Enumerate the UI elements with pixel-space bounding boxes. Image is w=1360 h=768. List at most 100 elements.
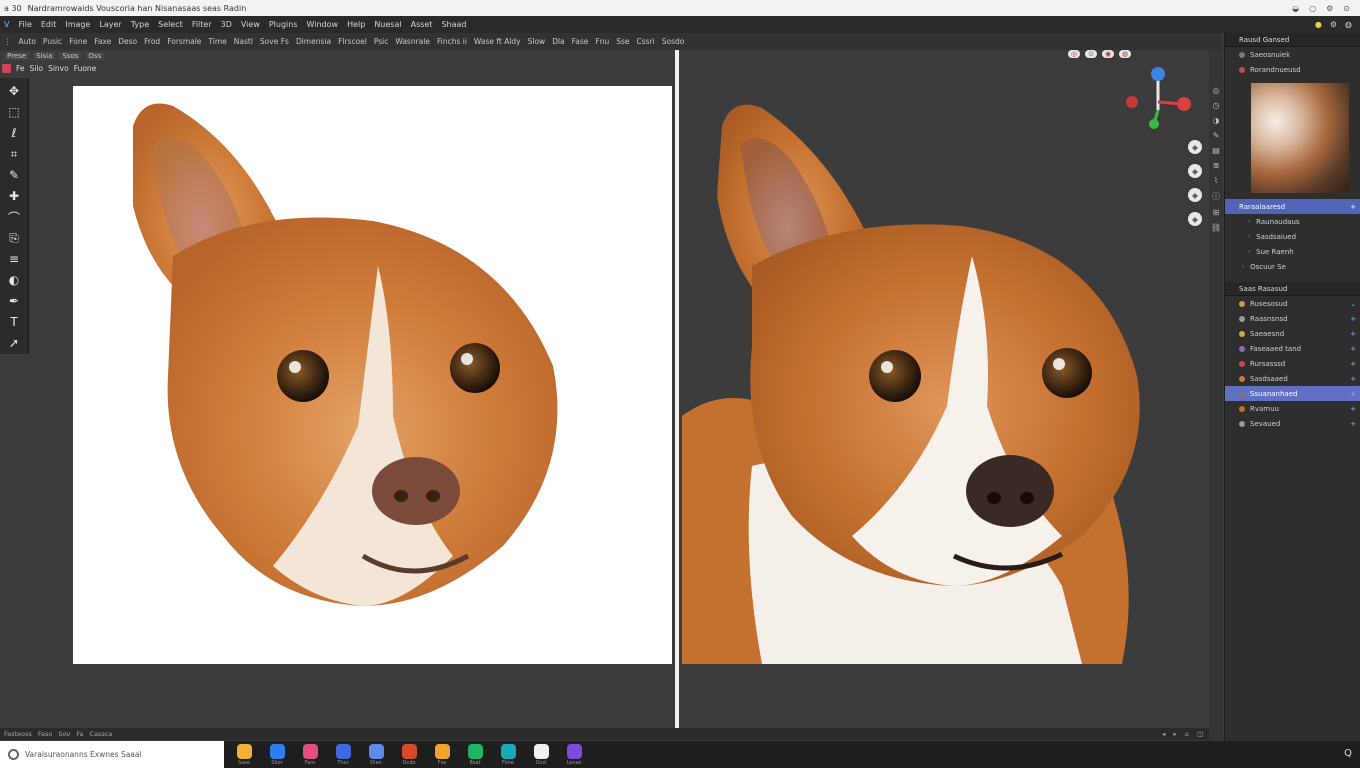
app-messenger-icon[interactable]: Thor [331, 744, 355, 766]
option-item[interactable]: Flrscoel [338, 37, 367, 46]
app-spotify-icon[interactable]: Rsat [463, 744, 487, 766]
eyedropper-tool-icon[interactable]: ✎ [4, 166, 24, 184]
app-edge-icon[interactable]: Shor [265, 744, 289, 766]
navigation-gizmo[interactable] [1124, 64, 1196, 132]
gradient-tool-icon[interactable]: ◐ [4, 271, 24, 289]
taskbar-search[interactable]: Varaisuraonanns Exwnes Saaal [0, 741, 224, 768]
pen-tool-icon[interactable]: ✒ [4, 292, 24, 310]
menu-item[interactable]: Plugins [269, 20, 298, 29]
settings-button[interactable]: ⚙ [1326, 4, 1333, 13]
option-item[interactable]: Wase ft Aldy [474, 37, 521, 46]
prop-expand-icon[interactable]: + [1350, 360, 1356, 368]
prop-expand-icon[interactable]: + [1350, 330, 1356, 338]
menu-item[interactable]: Window [307, 20, 339, 29]
status-control[interactable]: ⌂ [1185, 730, 1189, 738]
strip-layers-icon[interactable]: ◎ [1213, 86, 1220, 95]
healing-tool-icon[interactable]: ✚ [4, 187, 24, 205]
settings-icon[interactable]: ⚙ [1330, 20, 1337, 29]
app-visual-icon[interactable]: Lenas [562, 744, 586, 766]
strip-adjust-icon[interactable]: ◑ [1213, 116, 1220, 125]
prop-row[interactable]: Sevaued + [1225, 416, 1360, 431]
prop-expand-icon[interactable]: + [1350, 345, 1356, 353]
menu-item[interactable]: Shaad [441, 20, 466, 29]
lasso-tool-icon[interactable]: ℓ [4, 124, 24, 142]
status-control[interactable]: ▸ [1173, 730, 1176, 738]
menu-item[interactable]: Layer [99, 20, 121, 29]
menu-item[interactable]: Edit [41, 20, 57, 29]
option-item[interactable]: Fnu [595, 37, 609, 46]
layers-section-header[interactable]: Raraalaaresd + [1225, 199, 1360, 214]
menu-item[interactable]: Filter [192, 20, 212, 29]
option-item[interactable]: Time [208, 37, 226, 46]
option-item[interactable]: Nastl [234, 37, 253, 46]
viewport-side-button[interactable]: ◈ [1188, 140, 1202, 154]
option-item[interactable]: Dimensia [296, 37, 331, 46]
status-control[interactable]: ◂ [1162, 730, 1165, 738]
option-item[interactable]: Fone [69, 37, 87, 46]
app-logo-icon[interactable]: Ⅴ [4, 20, 9, 29]
document-tab[interactable]: Ssos [59, 52, 82, 60]
split-divider[interactable] [675, 50, 679, 728]
prop-row[interactable]: Ssuananhaed + [1225, 386, 1360, 401]
text-tool-icon[interactable]: T [4, 313, 24, 331]
status-control[interactable]: ◫ [1197, 730, 1203, 738]
layer-row[interactable]: ◦ Oscuur Se [1225, 259, 1360, 274]
app-teams-icon[interactable]: Flme [496, 744, 520, 766]
option-item[interactable]: Forsmale [167, 37, 201, 46]
layers-expand-icon[interactable]: + [1350, 203, 1356, 211]
menu-item[interactable]: Help [347, 20, 365, 29]
view-mode-button[interactable]: ⊙ [1085, 50, 1097, 58]
view-mode-button[interactable]: ◉ [1101, 50, 1115, 58]
app-files-icon[interactable]: Fse [430, 744, 454, 766]
strip-link-icon[interactable]: ⛓ [1211, 223, 1221, 232]
app-clock-icon[interactable]: Ocsl [529, 744, 553, 766]
view-mode-button[interactable]: ◎ [1068, 50, 1081, 58]
menu-item[interactable]: Select [158, 20, 183, 29]
viewport-side-button[interactable]: ◈ [1188, 212, 1202, 226]
canvas-edited[interactable] [682, 86, 1142, 664]
option-item[interactable]: Deso [118, 37, 137, 46]
strip-channels-icon[interactable]: ≣ [1213, 161, 1220, 170]
eraser-tool-icon[interactable]: ≡ [4, 250, 24, 268]
option-item[interactable]: Cssri [637, 37, 655, 46]
prop-expand-icon[interactable]: + [1350, 375, 1356, 383]
option-item[interactable]: Fase [572, 37, 589, 46]
navigator-preview[interactable] [1251, 83, 1349, 193]
option-item[interactable]: Sse [616, 37, 629, 46]
prop-row[interactable]: Rursasssd + [1225, 356, 1360, 371]
prop-row[interactable]: Raasnsnsd + [1225, 311, 1360, 326]
canvas-original[interactable] [73, 86, 672, 664]
prop-row[interactable]: Saeaesnd + [1225, 326, 1360, 341]
menu-item[interactable]: View [241, 20, 260, 29]
document-tab[interactable]: Prese [4, 52, 30, 60]
prop-row[interactable]: Sasdsaaed + [1225, 371, 1360, 386]
prop-expand-icon[interactable]: + [1350, 405, 1356, 413]
option-item[interactable]: Wasnrale [395, 37, 430, 46]
layer-row[interactable]: ◦ Sasdsaiued [1225, 229, 1360, 244]
viewport-side-button[interactable]: ◈ [1188, 164, 1202, 178]
option-item[interactable]: Slow [528, 37, 546, 46]
app-chrome-icon[interactable]: Sase [232, 744, 256, 766]
bulb-icon[interactable]: ● [1315, 20, 1322, 29]
panel-row[interactable]: Saeosnuiek [1225, 47, 1360, 62]
prop-row[interactable]: Rvamuu + [1225, 401, 1360, 416]
menu-item[interactable]: File [18, 20, 31, 29]
layer-row[interactable]: ◦ Sue Raenh [1225, 244, 1360, 259]
option-item[interactable]: Sove Fs [260, 37, 289, 46]
app-store-icon[interactable]: Dian [364, 744, 388, 766]
strip-paths-icon[interactable]: ⌇ [1214, 176, 1218, 185]
pointer-tool-icon[interactable]: ➚ [4, 334, 24, 352]
close-button[interactable]: ⊙ [1343, 4, 1350, 13]
prop-row[interactable]: Faseaaed tand + [1225, 341, 1360, 356]
move-tool-icon[interactable]: ✥ [4, 82, 24, 100]
marquee-tool-icon[interactable]: ⬚ [4, 103, 24, 121]
layer-eye-icon[interactable]: ◦ [1241, 263, 1245, 271]
minimize-button[interactable]: ◒ [1292, 4, 1299, 13]
clone-tool-icon[interactable]: ⎘ [4, 229, 24, 247]
option-item[interactable]: Sosdo [662, 37, 685, 46]
viewport-side-button[interactable]: ◈ [1188, 188, 1202, 202]
view-mode-button[interactable]: ◍ [1119, 50, 1132, 58]
strip-grid-icon[interactable]: ⊞ [1213, 208, 1220, 217]
strip-swatch-icon[interactable]: ▤ [1212, 146, 1220, 155]
prop-expand-icon[interactable]: + [1350, 315, 1356, 323]
